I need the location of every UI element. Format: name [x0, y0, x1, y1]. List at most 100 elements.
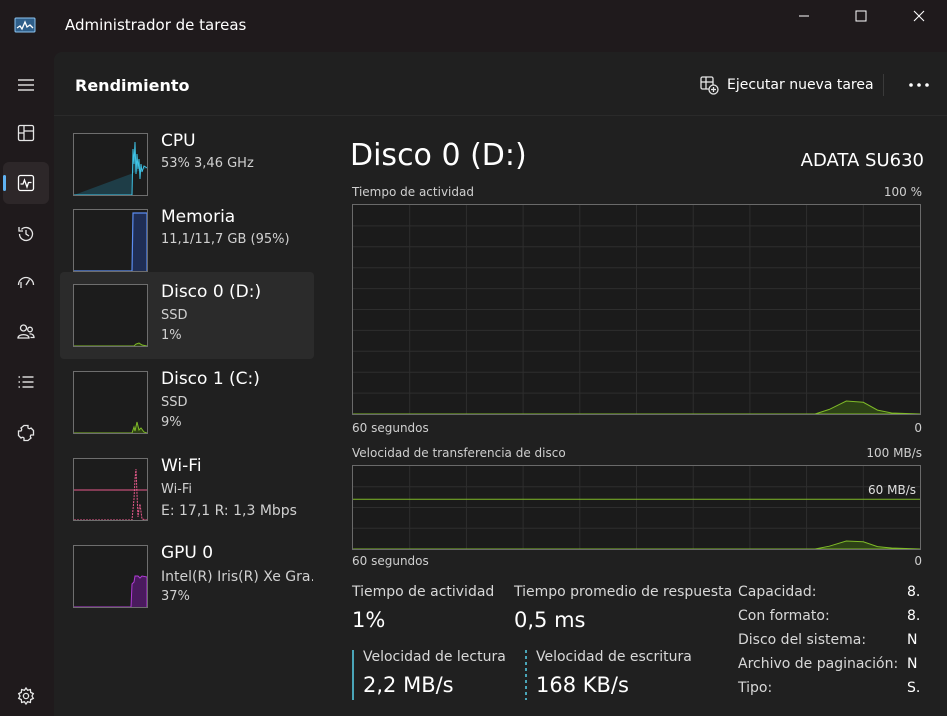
active-time-graph-max: 100 %: [883, 185, 922, 199]
task-manager-app-icon: [14, 17, 36, 33]
transfer-graph-label: Velocidad de transferencia de disco: [352, 446, 566, 460]
resource-name: Wi-Fi: [161, 456, 202, 476]
page-header: Rendimiento Ejecutar nueva tarea: [54, 52, 947, 116]
nav-rail: [0, 52, 54, 716]
nav-startup[interactable]: [3, 262, 49, 304]
prop-type-value: S.: [907, 680, 921, 696]
resource-item-gpu-0[interactable]: GPU 0 Intel(R) Iris(R) Xe Gra... 37%: [60, 533, 314, 620]
minimize-icon: [799, 15, 809, 17]
startup-icon: [17, 276, 35, 288]
resource-name: CPU: [161, 131, 196, 151]
active-nav-indicator: [3, 175, 6, 191]
transfer-graph-time-label: 60 segundos: [352, 554, 429, 568]
nav-app-history[interactable]: [3, 213, 49, 255]
write-speed-indicator: [525, 650, 527, 700]
nav-processes[interactable]: [3, 112, 49, 154]
transfer-graph-max: 100 MB/s: [866, 446, 922, 460]
response-time-stat-label: Tiempo promedio de respuesta: [514, 584, 733, 600]
nav-users[interactable]: [3, 311, 49, 353]
more-options-button[interactable]: [904, 72, 934, 98]
menu-icon: [18, 79, 34, 91]
performance-icon: [17, 174, 35, 192]
prop-system-disk-label: Disco del sistema:: [738, 632, 867, 648]
transfer-rate-graph: 60 MB/s: [352, 465, 921, 550]
active-time-stat-value: 1%: [352, 608, 386, 632]
active-time-graph-plot: [353, 205, 920, 414]
resource-name: Memoria: [161, 207, 236, 227]
memory-thumbnail-graph: [73, 209, 148, 272]
title-bar: Administrador de tareas: [0, 0, 947, 52]
resource-throughput: E: 17,1 R: 1,3 Mbps: [161, 503, 297, 519]
transfer-graph-min: 0: [914, 554, 922, 568]
disk-model: ADATA SU630: [800, 150, 924, 171]
nav-details[interactable]: [3, 361, 49, 403]
minimize-button[interactable]: [774, 0, 834, 32]
resource-name: GPU 0: [161, 543, 214, 563]
close-button[interactable]: [889, 0, 947, 32]
resource-usage: 1%: [161, 328, 182, 343]
run-new-task-button[interactable]: Ejecutar nueva tarea: [699, 72, 874, 98]
run-new-task-label: Ejecutar nueva tarea: [727, 77, 874, 93]
resource-item-disk-1[interactable]: Disco 1 (C:) SSD 9%: [60, 359, 314, 446]
resource-name: Disco 0 (D:): [161, 282, 262, 302]
processes-icon: [17, 124, 35, 142]
response-time-stat-value: 0,5 ms: [514, 608, 586, 632]
nav-services[interactable]: [3, 412, 49, 454]
resource-type: SSD: [161, 395, 188, 410]
resource-item-cpu[interactable]: CPU 53% 3,46 GHz: [60, 121, 314, 208]
main-panel: Rendimiento Ejecutar nueva tarea CPU 53%…: [54, 52, 947, 716]
cpu-thumbnail-graph: [73, 133, 148, 196]
write-speed-label: Velocidad de escritura: [536, 649, 692, 665]
prop-type-label: Tipo:: [738, 680, 773, 696]
disk-title: Disco 0 (D:): [350, 138, 527, 173]
read-speed-label: Velocidad de lectura: [363, 649, 506, 665]
resource-adapter: Intel(R) Iris(R) Xe Gra...: [161, 569, 313, 585]
details-icon: [18, 376, 34, 388]
users-icon: [17, 324, 35, 339]
disk0-thumbnail-graph: [73, 284, 148, 347]
disk-detail-panel: Disco 0 (D:) ADATA SU630 Tiempo de activ…: [350, 116, 924, 716]
disk1-thumbnail-graph: [73, 371, 148, 434]
resource-adapter: Wi-Fi: [161, 482, 193, 497]
maximize-icon: [855, 10, 867, 22]
write-speed-value: 168 KB/s: [536, 673, 629, 697]
services-icon: [17, 424, 35, 442]
resource-usage: 9%: [161, 415, 182, 430]
wifi-thumbnail-graph: [73, 458, 148, 521]
read-speed-indicator: [352, 650, 354, 700]
more-icon: [909, 83, 929, 87]
active-time-graph-label: Tiempo de actividad: [352, 185, 474, 199]
prop-page-file-label: Archivo de paginación:: [738, 656, 899, 672]
resource-detail: 11,1/11,7 GB (95%): [161, 232, 290, 247]
prop-formatted-label: Con formato:: [738, 608, 830, 624]
active-time-stat-label: Tiempo de actividad: [352, 584, 495, 600]
window-title: Administrador de tareas: [65, 16, 247, 34]
active-time-graph: [352, 204, 921, 415]
prop-capacity-value: 8.: [907, 584, 921, 600]
resource-detail: 53% 3,46 GHz: [161, 156, 254, 171]
transfer-rate-graph-plot: [353, 466, 920, 549]
prop-formatted-value: 8.: [907, 608, 921, 624]
prop-capacity-label: Capacidad:: [738, 584, 817, 600]
maximize-button[interactable]: [831, 0, 891, 32]
nav-performance[interactable]: [3, 162, 49, 204]
settings-icon: [17, 686, 35, 706]
transfer-graph-line-label: 60 MB/s: [868, 483, 916, 497]
prop-page-file-value: N: [907, 656, 918, 672]
resource-item-disk-0[interactable]: Disco 0 (D:) SSD 1%: [60, 272, 314, 359]
app-history-icon: [18, 226, 34, 242]
page-title: Rendimiento: [75, 76, 190, 95]
gpu-thumbnail-graph: [73, 545, 148, 608]
resource-usage: 37%: [161, 589, 190, 604]
resource-item-memory[interactable]: Memoria 11,1/11,7 GB (95%): [60, 197, 314, 284]
close-icon: [913, 10, 925, 22]
resource-type: SSD: [161, 308, 188, 323]
resource-name: Disco 1 (C:): [161, 369, 260, 389]
resource-item-wifi[interactable]: Wi-Fi Wi-Fi E: 17,1 R: 1,3 Mbps: [60, 446, 314, 533]
nav-menu-button[interactable]: [3, 64, 49, 106]
new-task-icon: [700, 76, 719, 95]
nav-settings[interactable]: [3, 675, 49, 716]
resource-list: CPU 53% 3,46 GHz Memoria 11,1/11,7 GB (9…: [60, 116, 314, 716]
header-divider: [883, 74, 884, 96]
active-time-graph-time-label: 60 segundos: [352, 421, 429, 435]
